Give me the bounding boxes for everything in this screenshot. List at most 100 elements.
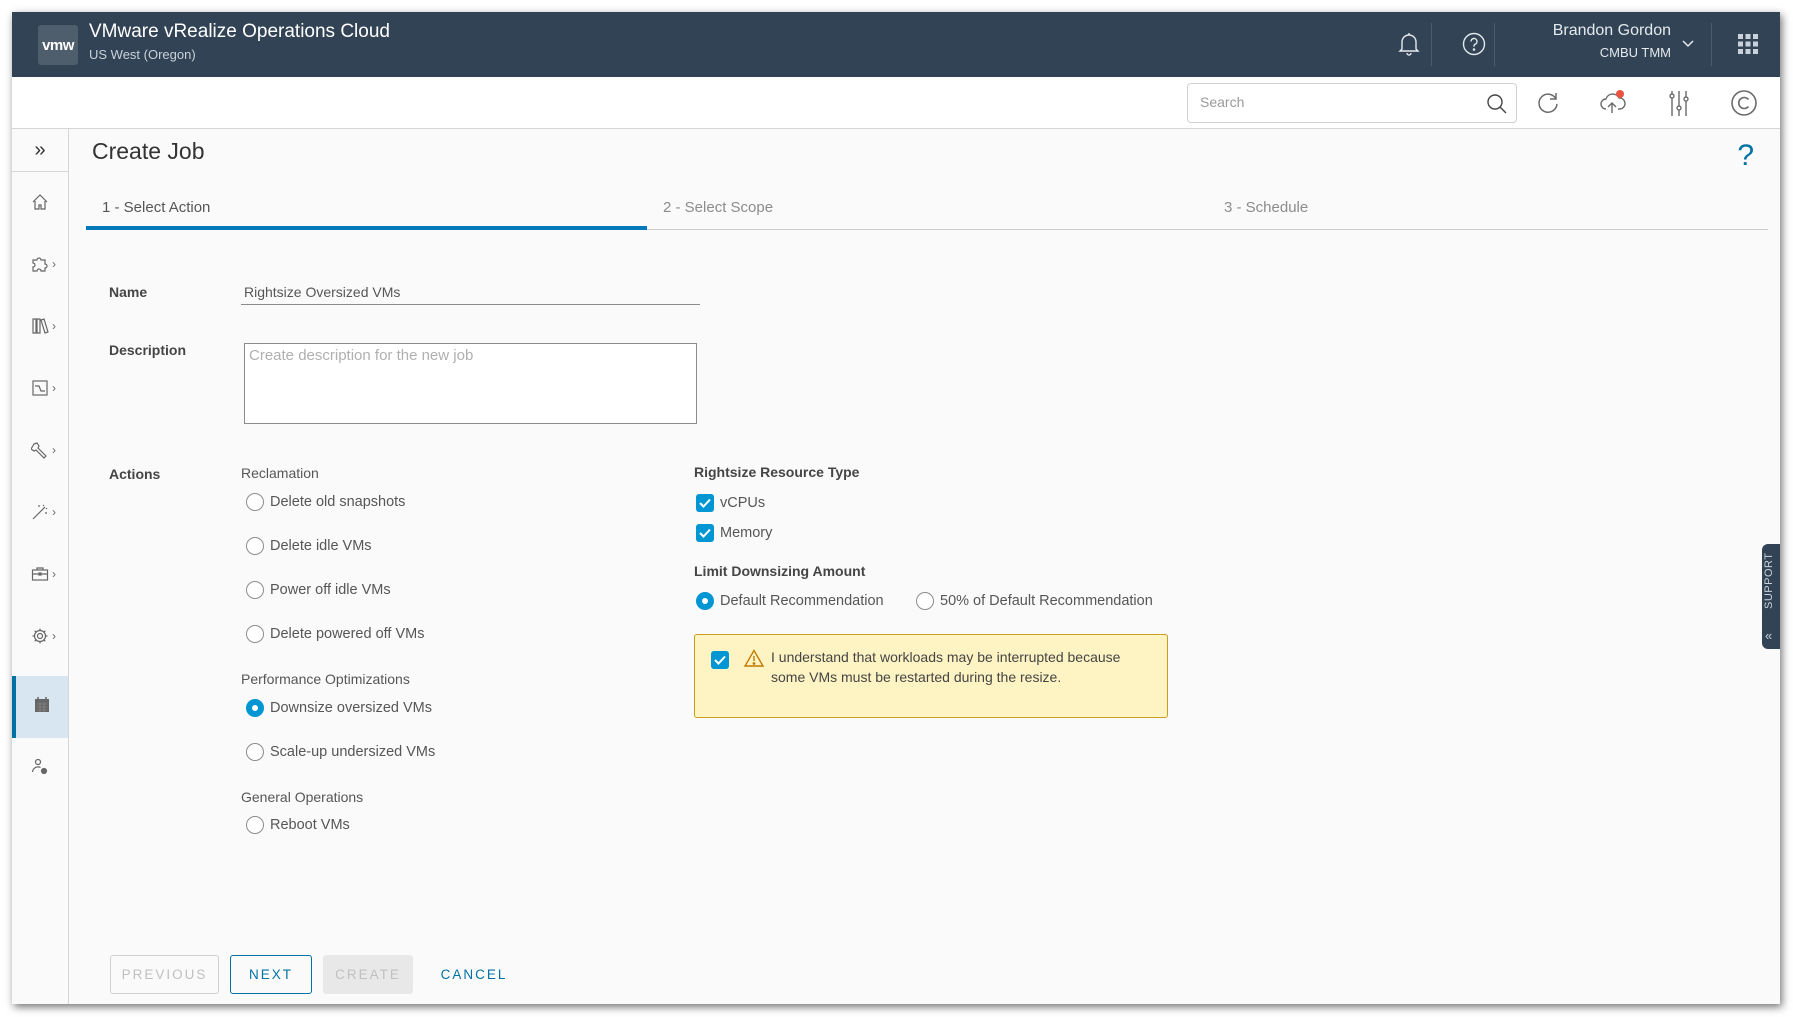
radio-label: Default Recommendation <box>720 593 884 609</box>
checkbox-memory[interactable]: Memory <box>696 524 772 542</box>
radio-default-recommendation[interactable]: Default Recommendation <box>696 592 884 610</box>
radio-circle[interactable] <box>916 592 934 610</box>
checkbox-checked[interactable] <box>696 494 714 512</box>
chevron-right-icon: › <box>52 443 56 457</box>
checkbox-vcpus[interactable]: vCPUs <box>696 494 765 512</box>
radio-delete-idle-vms[interactable]: Delete idle VMs <box>246 537 372 555</box>
check-icon <box>699 528 711 538</box>
cancel-button[interactable]: CANCEL <box>424 955 524 994</box>
gear-icon <box>31 627 49 650</box>
chevron-down-icon[interactable] <box>1678 28 1698 60</box>
cloud-upload-icon[interactable] <box>1597 87 1629 119</box>
limit-downsizing-title: Limit Downsizing Amount <box>694 563 866 579</box>
radio-delete-powered-off-vms[interactable]: Delete powered off VMs <box>246 625 424 643</box>
calendar-icon <box>33 696 51 719</box>
radio-label: Scale-up undersized VMs <box>270 744 436 760</box>
checkbox-checked[interactable] <box>696 524 714 542</box>
warning-text: I understand that workloads may be inter… <box>771 649 1121 685</box>
tab-select-scope[interactable]: 2 - Select Scope <box>647 184 1208 230</box>
help-icon[interactable]: ? <box>1737 139 1754 173</box>
copyright-icon[interactable] <box>1728 87 1760 119</box>
group-performance-title: Performance Optimizations <box>241 671 410 687</box>
radio-circle-selected[interactable] <box>696 592 714 610</box>
radio-circle[interactable] <box>246 493 264 511</box>
name-input[interactable] <box>241 279 700 305</box>
radio-50-percent-recommendation[interactable]: 50% of Default Recommendation <box>916 592 1153 610</box>
description-label: Description <box>109 342 187 358</box>
search-icon[interactable] <box>1486 93 1508 120</box>
sliders-icon[interactable] <box>1663 87 1695 119</box>
previous-button[interactable]: PREVIOUS <box>110 955 219 994</box>
radio-label: Reboot VMs <box>270 817 350 833</box>
chevron-right-icon: › <box>52 629 56 643</box>
radio-circle[interactable] <box>246 625 264 643</box>
sidebar-item-automation[interactable]: › <box>12 483 68 545</box>
sidebar-collapse-button[interactable]: » <box>12 129 68 172</box>
main-content: Create Job ? 1 - Select Action 2 - Selec… <box>69 129 1780 1004</box>
create-button[interactable]: CREATE <box>323 955 413 994</box>
sidebar-item-dashboards[interactable]: › <box>12 359 68 421</box>
checkbox-label: vCPUs <box>720 495 766 511</box>
radio-delete-old-snapshots[interactable]: Delete old snapshots <box>246 493 405 511</box>
wizard-steps: 1 - Select Action 2 - Select Scope 3 - S… <box>86 184 1768 230</box>
user-gear-icon <box>31 758 49 781</box>
sidebar-item-user-settings[interactable] <box>12 738 68 800</box>
sidebar-item-home[interactable] <box>12 173 68 235</box>
chevron-right-icon: › <box>52 567 56 581</box>
check-icon <box>714 655 726 665</box>
app-grid-icon[interactable] <box>1732 28 1764 60</box>
vmware-logo[interactable]: vmw <box>38 25 78 65</box>
search-box[interactable] <box>1187 83 1517 123</box>
header-divider <box>1431 23 1432 66</box>
magic-wand-icon <box>31 503 49 526</box>
tab-schedule[interactable]: 3 - Schedule <box>1208 184 1768 230</box>
app-window: vmw VMware vRealize Operations Cloud US … <box>12 12 1780 1004</box>
header-divider <box>1494 23 1495 66</box>
radio-circle[interactable] <box>246 743 264 761</box>
user-name[interactable]: Brandon Gordon <box>1553 22 1671 40</box>
chart-window-icon <box>31 379 49 402</box>
home-icon <box>31 193 49 216</box>
radio-power-off-idle-vms[interactable]: Power off idle VMs <box>246 581 391 599</box>
sidebar-nav: » › › › › › › › <box>12 129 69 1004</box>
radio-label: Delete old snapshots <box>270 494 406 510</box>
refresh-icon[interactable] <box>1532 87 1564 119</box>
radio-downsize-oversized-vms[interactable]: Downsize oversized VMs <box>246 699 432 717</box>
chevron-right-icon: › <box>52 319 56 333</box>
toolbar <box>12 77 1780 129</box>
interruption-warning-box: I understand that workloads may be inter… <box>694 634 1168 718</box>
sidebar-item-calendar[interactable] <box>12 676 68 738</box>
radio-label: Delete idle VMs <box>270 538 372 554</box>
radio-label: Downsize oversized VMs <box>270 700 432 716</box>
search-input[interactable] <box>1200 94 1470 110</box>
radio-circle[interactable] <box>246 581 264 599</box>
radio-circle[interactable] <box>246 537 264 555</box>
top-header: vmw VMware vRealize Operations Cloud US … <box>12 12 1780 77</box>
group-general-title: General Operations <box>241 789 364 805</box>
radio-label: Power off idle VMs <box>270 582 391 598</box>
sidebar-item-administration[interactable]: › <box>12 607 68 669</box>
puzzle-icon <box>31 255 49 278</box>
sidebar-item-library[interactable]: › <box>12 297 68 359</box>
tab-select-action[interactable]: 1 - Select Action <box>86 184 647 230</box>
region-label: US West (Oregon) <box>89 47 196 62</box>
sidebar-item-extensions[interactable]: › <box>12 235 68 297</box>
sidebar-item-configure[interactable]: › <box>12 421 68 483</box>
description-textarea[interactable] <box>244 343 697 424</box>
help-circle-icon[interactable] <box>1458 28 1490 60</box>
bell-icon[interactable] <box>1393 28 1425 60</box>
support-tab[interactable]: SUPPORT « <box>1762 544 1780 649</box>
radio-circle[interactable] <box>246 816 264 834</box>
radio-circle-selected[interactable] <box>246 699 264 717</box>
check-icon <box>699 498 711 508</box>
radio-reboot-vms[interactable]: Reboot VMs <box>246 816 350 834</box>
radio-scale-up-undersized-vms[interactable]: Scale-up undersized VMs <box>246 743 435 761</box>
chevron-right-icon: › <box>52 505 56 519</box>
chevron-right-icon: › <box>52 257 56 271</box>
user-org[interactable]: CMBU TMM <box>1600 45 1671 60</box>
next-button[interactable]: NEXT <box>230 955 312 994</box>
name-label: Name <box>109 284 148 300</box>
sidebar-item-operations[interactable]: › <box>12 545 68 607</box>
radio-label: 50% of Default Recommendation <box>940 593 1153 609</box>
acknowledge-checkbox[interactable] <box>711 651 729 669</box>
